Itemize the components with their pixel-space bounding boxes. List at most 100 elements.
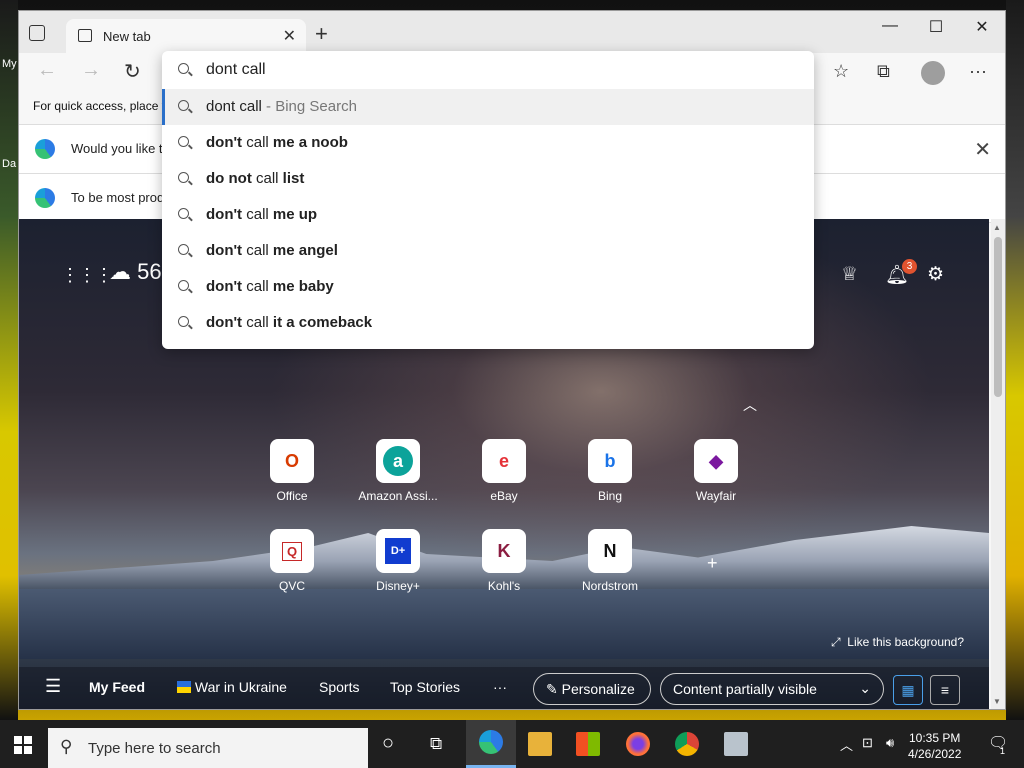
quick-link-amazon[interactable]: a Amazon Assi... bbox=[353, 439, 443, 503]
minimize-button[interactable]: — bbox=[867, 17, 913, 35]
quick-link-label: QVC bbox=[278, 579, 305, 593]
add-quick-link-button[interactable]: + bbox=[707, 553, 718, 574]
more-feed-tabs-icon[interactable]: ··· bbox=[493, 679, 507, 695]
address-input[interactable] bbox=[206, 59, 786, 81]
suggestion-text: don't call it a comeback bbox=[206, 314, 373, 331]
weather-widget[interactable]: ☁ 56 bbox=[109, 259, 162, 285]
taskbar-edge-active[interactable] bbox=[466, 720, 516, 768]
weather-temperature: 56 bbox=[137, 259, 162, 284]
network-icon[interactable]: ⊡ bbox=[862, 735, 873, 751]
task-view-icon[interactable]: ⧉ bbox=[430, 734, 442, 754]
suggestion-item[interactable]: do not call list bbox=[162, 161, 814, 197]
file-explorer-icon[interactable] bbox=[528, 732, 552, 756]
refresh-icon[interactable]: ↻ bbox=[124, 59, 141, 84]
rewards-icon[interactable]: ♕ bbox=[841, 263, 858, 286]
feed-tab-label: War in Ukraine bbox=[194, 679, 287, 695]
chrome-icon[interactable] bbox=[675, 732, 699, 756]
notification-center-icon[interactable]: 🗨︎ bbox=[988, 733, 1008, 753]
feed-tab-my-feed[interactable]: My Feed bbox=[89, 679, 145, 695]
taskbar-search-box[interactable]: ⚲ Type here to search bbox=[48, 728, 368, 768]
content-visibility-dropdown[interactable]: Content partially visible ⌄ bbox=[660, 673, 884, 705]
suggestion-item[interactable]: don't call me baby bbox=[162, 269, 814, 305]
system-clock[interactable]: 10:35 PM 4/26/2022 bbox=[908, 730, 961, 762]
quick-link-disney[interactable]: D+ Disney+ bbox=[353, 529, 443, 593]
search-icon bbox=[178, 100, 189, 111]
clock-date: 4/26/2022 bbox=[908, 747, 962, 761]
forward-icon[interactable]: → bbox=[81, 59, 101, 82]
nordstrom-icon: N bbox=[588, 529, 632, 573]
quick-link-office[interactable]: O Office bbox=[247, 439, 337, 503]
suggestion-text: don't call me baby bbox=[206, 278, 334, 295]
apps-launcher-icon[interactable]: ⋮⋮⋮ bbox=[61, 265, 113, 286]
scroll-up-icon[interactable]: ▲ bbox=[993, 223, 1001, 232]
address-bar-dropdown: dont call - Bing Search don't call me a … bbox=[162, 51, 814, 349]
back-icon[interactable]: ← bbox=[37, 59, 57, 82]
ebay-icon: e bbox=[482, 439, 526, 483]
notification-badge: 3 bbox=[902, 259, 917, 274]
tab-actions-icon[interactable] bbox=[29, 25, 45, 41]
favorites-bar-hint: For quick access, place y bbox=[33, 99, 168, 113]
windows-start-icon[interactable] bbox=[14, 736, 32, 754]
feed-tab-sports[interactable]: Sports bbox=[319, 679, 359, 695]
quick-link-wayfair[interactable]: ◆ Wayfair bbox=[671, 439, 761, 503]
maximize-button[interactable]: ☐ bbox=[913, 17, 959, 37]
kohls-icon: K bbox=[482, 529, 526, 573]
clock-time: 10:35 PM bbox=[909, 731, 961, 745]
more-menu-icon[interactable]: ··· bbox=[969, 61, 987, 82]
chevron-up-icon[interactable]: ︿ bbox=[840, 735, 853, 754]
close-window-button[interactable]: ✕ bbox=[959, 17, 1005, 37]
scroll-down-icon[interactable]: ▼ bbox=[993, 697, 1001, 706]
hamburger-menu-icon[interactable]: ☰ bbox=[45, 676, 61, 697]
suggestion-item[interactable]: dont call - Bing Search bbox=[162, 89, 814, 125]
taskbar: ⚲ Type here to search ○ ⧉ ︿ ⊡ 🔊︎ 10:35 P… bbox=[0, 720, 1024, 768]
disney-plus-icon: D+ bbox=[376, 529, 420, 573]
close-icon[interactable]: ✕ bbox=[974, 137, 991, 162]
network-app-icon[interactable] bbox=[724, 732, 748, 756]
close-tab-icon[interactable]: ✕ bbox=[283, 26, 296, 46]
collections-icon[interactable]: ⧉ bbox=[877, 61, 890, 82]
info-bar-text: To be most prod bbox=[71, 190, 165, 205]
ukraine-flag-icon bbox=[177, 681, 191, 693]
quick-link-kohls[interactable]: K Kohl's bbox=[459, 529, 549, 593]
desktop-icon-label[interactable]: Da bbox=[2, 158, 16, 170]
quick-link-bing[interactable]: b Bing bbox=[565, 439, 655, 503]
qvc-icon: Q bbox=[270, 529, 314, 573]
firefox-icon[interactable] bbox=[626, 732, 650, 756]
edge-icon bbox=[479, 730, 503, 754]
quick-link-qvc[interactable]: Q QVC bbox=[247, 529, 337, 593]
like-background-link[interactable]: ⤢ Like this background? bbox=[831, 635, 964, 650]
profile-avatar[interactable] bbox=[921, 61, 945, 85]
quick-link-label: Disney+ bbox=[376, 579, 420, 593]
personalize-button[interactable]: ✎ Personalize bbox=[533, 673, 651, 705]
settings-gear-icon[interactable]: ⚙ bbox=[927, 263, 944, 286]
feed-tab-war-ukraine[interactable]: War in Ukraine bbox=[177, 679, 287, 695]
suggestion-item[interactable]: don't call me angel bbox=[162, 233, 814, 269]
suggestion-item[interactable]: don't call me up bbox=[162, 197, 814, 233]
suggestion-item[interactable]: don't call me a noob bbox=[162, 125, 814, 161]
scroll-thumb[interactable] bbox=[994, 237, 1002, 397]
volume-icon[interactable]: 🔊︎ bbox=[886, 735, 894, 751]
tab-new-tab[interactable]: New tab ✕ bbox=[66, 19, 306, 53]
favorites-icon[interactable]: ☆ bbox=[833, 61, 849, 82]
personalize-label: Personalize bbox=[561, 681, 635, 697]
chevron-up-icon[interactable]: ︿ bbox=[743, 395, 757, 415]
suggestion-text: don't call me angel bbox=[206, 242, 338, 259]
microsoft-store-icon[interactable] bbox=[576, 732, 600, 756]
quick-link-nordstrom[interactable]: N Nordstrom bbox=[565, 529, 655, 593]
edge-logo-icon bbox=[35, 188, 55, 208]
feed-tab-top-stories[interactable]: Top Stories bbox=[390, 679, 460, 695]
address-bar[interactable] bbox=[162, 51, 814, 89]
grid-view-button[interactable]: ▦ bbox=[893, 675, 923, 705]
amazon-icon: a bbox=[376, 439, 420, 483]
quick-link-label: eBay bbox=[490, 489, 518, 503]
quick-link-label: Amazon Assi... bbox=[358, 489, 438, 503]
cortana-icon[interactable]: ○ bbox=[382, 732, 394, 755]
suggestion-item[interactable]: don't call it a comeback bbox=[162, 305, 814, 341]
list-view-button[interactable]: ≡ bbox=[930, 675, 960, 705]
new-tab-button[interactable]: + bbox=[315, 21, 328, 47]
desktop-icon-label[interactable]: My bbox=[2, 58, 17, 70]
page-scrollbar[interactable]: ▲ ▼ bbox=[991, 219, 1005, 709]
suggestion-text: don't call me a noob bbox=[206, 134, 348, 151]
quick-link-ebay[interactable]: e eBay bbox=[459, 439, 549, 503]
quick-link-label: Kohl's bbox=[487, 579, 521, 593]
